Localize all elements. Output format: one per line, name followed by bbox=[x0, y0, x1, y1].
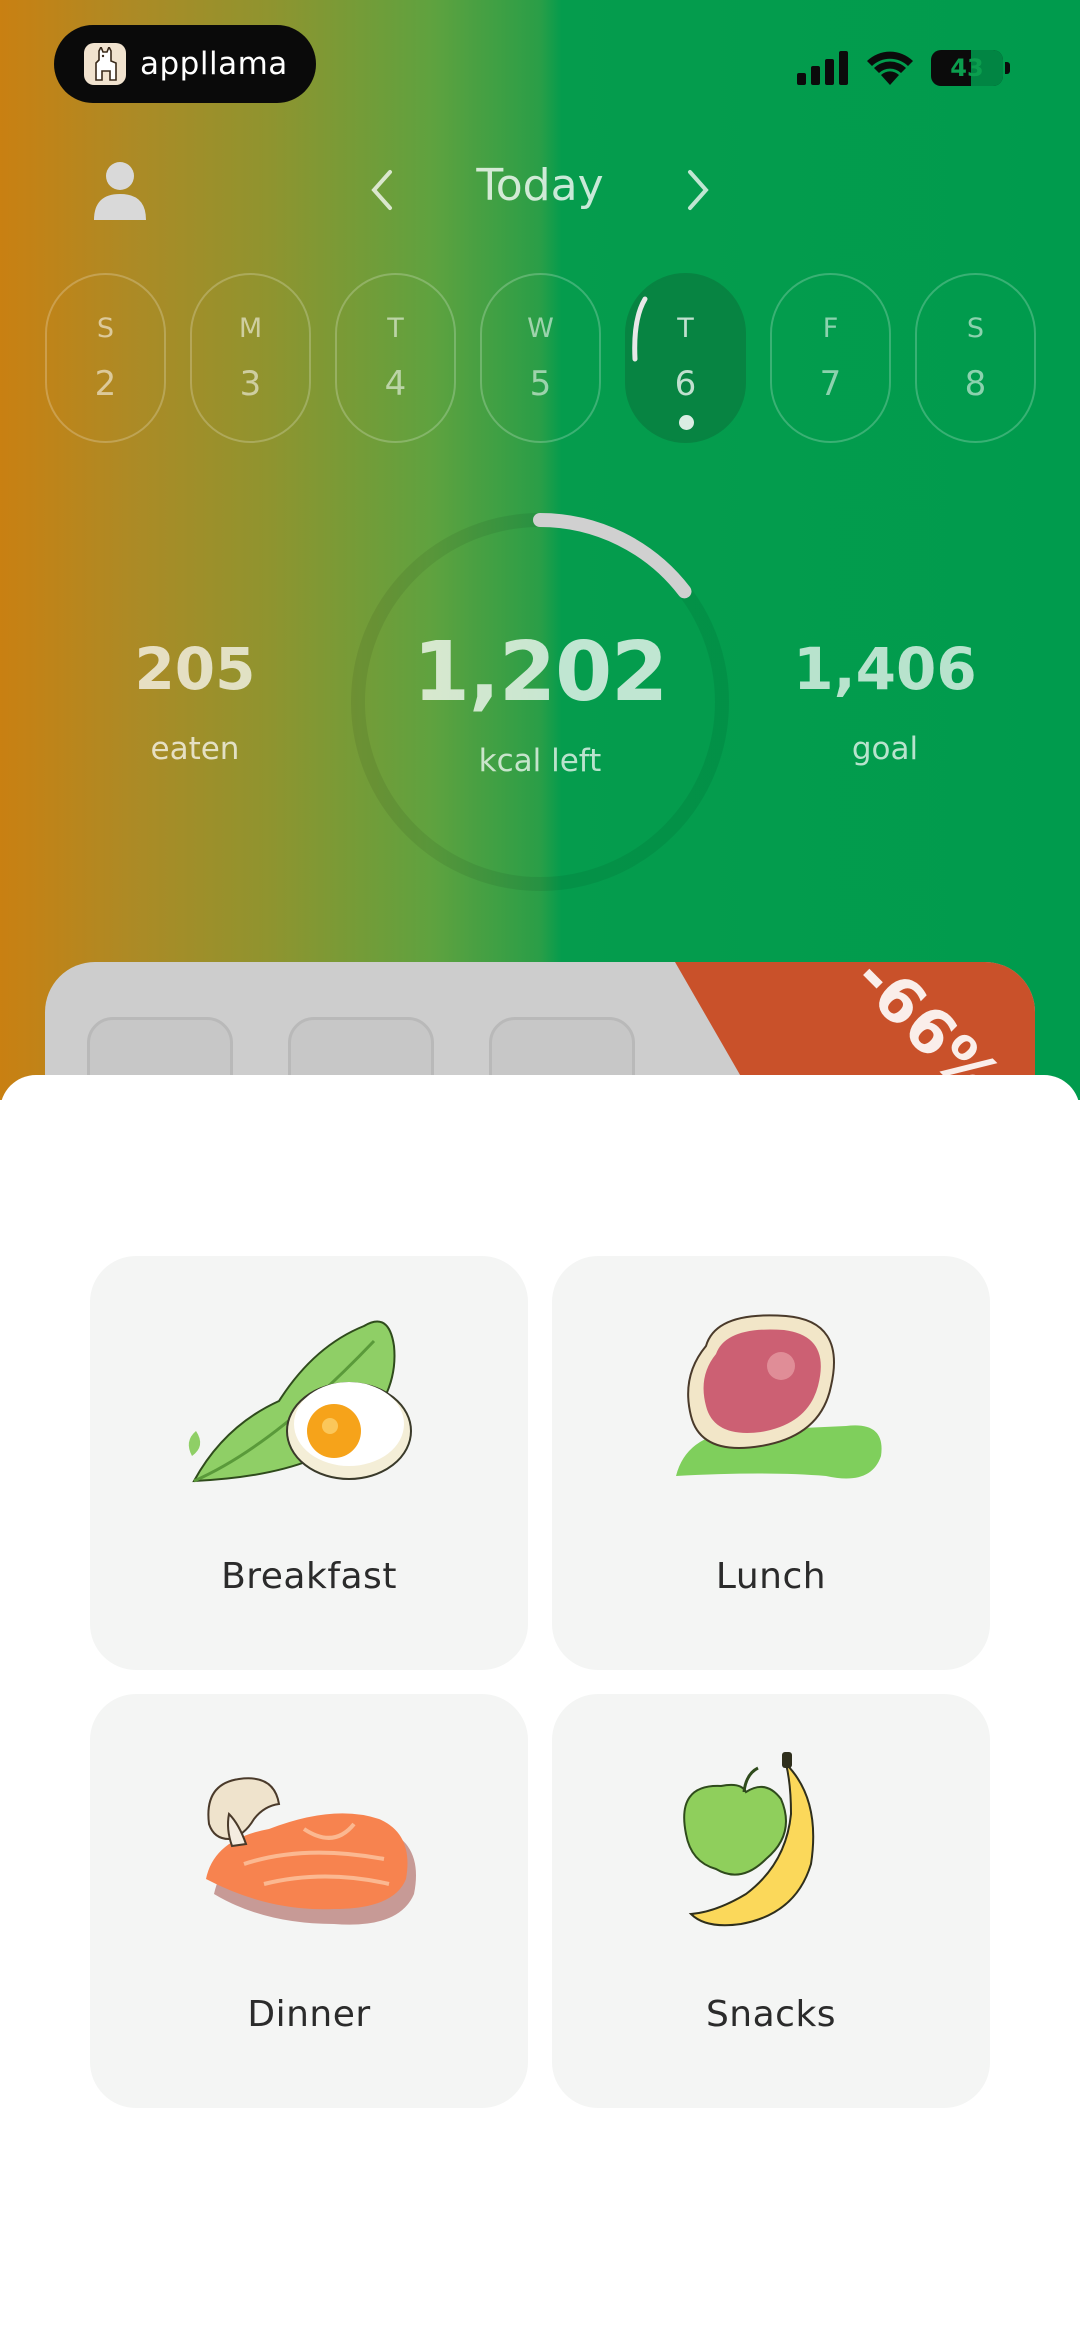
dinner-salmon-icon bbox=[206, 1777, 416, 1925]
eaten-stat: 205 eaten bbox=[95, 635, 295, 767]
day-letter: W bbox=[527, 313, 554, 344]
goal-label: goal bbox=[851, 731, 919, 767]
day-thursday-selected[interactable]: T 6 bbox=[625, 273, 746, 443]
day-tuesday[interactable]: T 4 bbox=[335, 273, 456, 443]
day-letter: S bbox=[966, 313, 985, 344]
wifi-icon bbox=[867, 51, 913, 85]
day-sunday[interactable]: S 2 bbox=[45, 273, 166, 443]
snacks-fruit-icon bbox=[683, 1752, 815, 1927]
profile-icon[interactable] bbox=[92, 160, 148, 220]
meal-card-snacks[interactable]: Snacks bbox=[552, 1694, 990, 2108]
day-number: 7 bbox=[819, 364, 842, 404]
eaten-label: eaten bbox=[150, 731, 240, 767]
meal-card-lunch[interactable]: Lunch bbox=[552, 1256, 990, 1670]
llama-logo-icon bbox=[84, 43, 126, 85]
meal-label: Snacks bbox=[705, 1994, 837, 2035]
selected-day-dot bbox=[679, 415, 694, 430]
day-number: 5 bbox=[529, 364, 552, 404]
day-number: 2 bbox=[94, 364, 117, 404]
week-strip: S 2 M 3 T 4 W 5 T 6 F 7 S 8 bbox=[45, 273, 1036, 443]
day-letter: T bbox=[387, 313, 404, 344]
app-badge: appllama bbox=[54, 25, 316, 103]
day-monday[interactable]: M 3 bbox=[190, 273, 311, 443]
goal-stat: 1,406 goal bbox=[785, 635, 985, 767]
day-saturday[interactable]: S 8 bbox=[915, 273, 1036, 443]
eaten-value: 205 bbox=[134, 635, 256, 703]
day-letter: M bbox=[238, 313, 263, 344]
date-title[interactable]: Today bbox=[440, 160, 640, 211]
day-wednesday[interactable]: W 5 bbox=[480, 273, 601, 443]
status-icons: 43 bbox=[797, 50, 1010, 86]
day-number: 6 bbox=[674, 364, 697, 404]
battery-level: 43 bbox=[950, 54, 984, 82]
day-number: 3 bbox=[239, 364, 262, 404]
lunch-steak-icon bbox=[676, 1314, 882, 1479]
day-number: 4 bbox=[384, 364, 407, 404]
meal-label: Dinner bbox=[247, 1994, 371, 2035]
day-number: 8 bbox=[964, 364, 987, 404]
meal-card-dinner[interactable]: Dinner bbox=[90, 1694, 528, 2108]
meal-label: Lunch bbox=[715, 1556, 827, 1597]
signal-icon bbox=[797, 51, 848, 85]
app-name: appllama bbox=[140, 46, 288, 82]
breakfast-egg-salad-icon bbox=[188, 1320, 412, 1483]
battery-nub bbox=[1005, 62, 1010, 74]
kcal-left-label: kcal left bbox=[478, 743, 602, 779]
day-letter: S bbox=[96, 313, 115, 344]
meal-card-breakfast[interactable]: Breakfast bbox=[90, 1256, 528, 1670]
ring-progress-arc bbox=[533, 513, 692, 599]
day-letter: F bbox=[822, 313, 839, 344]
chevron-left-icon[interactable] bbox=[362, 168, 402, 212]
goal-value: 1,406 bbox=[793, 635, 977, 703]
day-friday[interactable]: F 7 bbox=[770, 273, 891, 443]
battery-indicator: 43 bbox=[931, 50, 1003, 86]
chevron-right-icon[interactable] bbox=[678, 168, 718, 212]
meal-label: Breakfast bbox=[221, 1556, 397, 1597]
day-progress-arc bbox=[632, 296, 648, 362]
kcal-left-value: 1,202 bbox=[412, 625, 668, 720]
